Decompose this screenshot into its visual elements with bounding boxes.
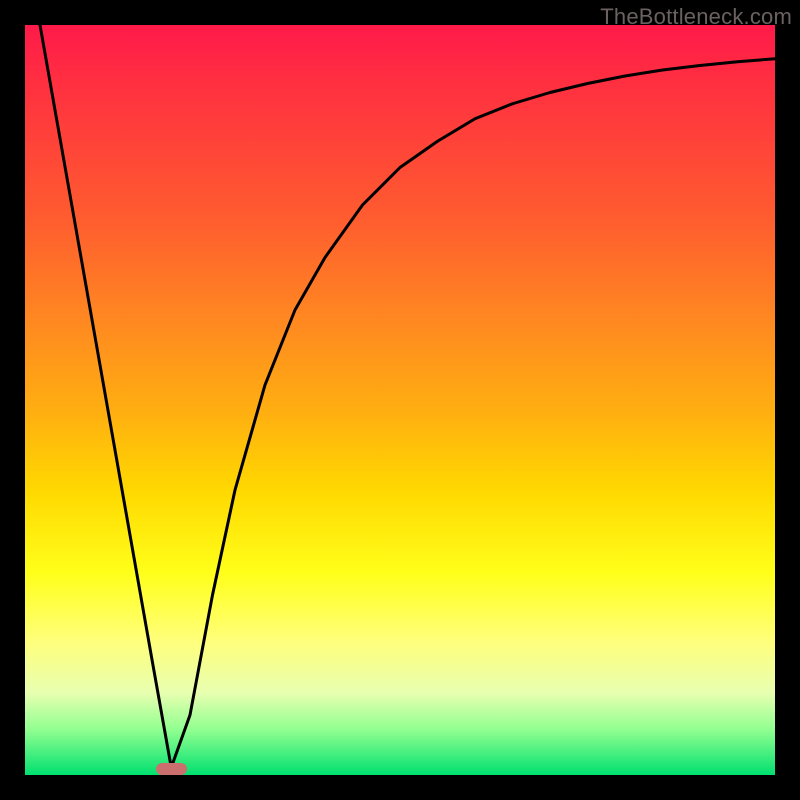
optimal-marker [156, 763, 188, 775]
chart-plot-area [25, 25, 775, 775]
attribution-text: TheBottleneck.com [600, 4, 792, 30]
chart-container: TheBottleneck.com [0, 0, 800, 800]
